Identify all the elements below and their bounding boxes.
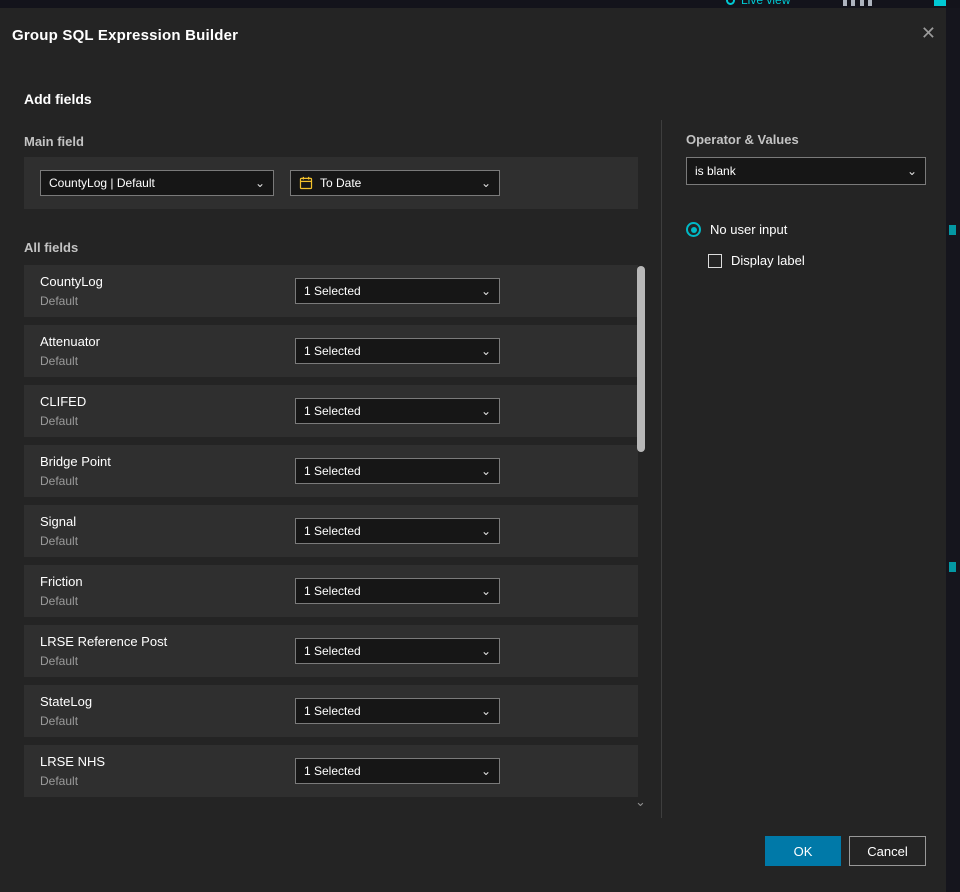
field-subtitle: Default — [40, 714, 79, 728]
chevron-down-icon: ⌄ — [480, 524, 491, 538]
chevron-down-icon: ⌄ — [480, 584, 491, 598]
chevron-down-icon: ⌄ — [480, 704, 491, 718]
list-scrollbar[interactable]: ⌄ — [635, 266, 646, 808]
operator-dropdown[interactable]: is blank ⌄ — [686, 157, 926, 185]
toolbar-icon — [843, 0, 855, 6]
field-name: CountyLog — [40, 274, 103, 289]
backdrop-right-strip — [946, 8, 960, 892]
chevron-down-icon: ⌄ — [480, 644, 491, 658]
chevron-down-icon: ⌄ — [480, 764, 491, 778]
field-name: Signal — [40, 514, 77, 529]
main-field-dropdown[interactable]: CountyLog | Default ⌄ — [40, 170, 274, 196]
field-row-attenuator: Attenuator Default 1 Selected ⌄ — [24, 325, 638, 377]
field-row-friction: Friction Default 1 Selected ⌄ — [24, 565, 638, 617]
all-fields-label: All fields — [24, 240, 79, 255]
field-row-statelog: StateLog Default 1 Selected ⌄ — [24, 685, 638, 737]
field-selected-dropdown[interactable]: 1 Selected ⌄ — [295, 338, 500, 364]
main-field-label: Main field — [24, 134, 84, 149]
chevron-down-icon: ⌄ — [480, 464, 491, 478]
field-row-bridge-point: Bridge Point Default 1 Selected ⌄ — [24, 445, 638, 497]
radio-selected-icon — [686, 222, 701, 237]
group-sql-expression-builder-dialog: Group SQL Expression Builder ✕ Add field… — [0, 8, 946, 892]
field-selected-dropdown[interactable]: 1 Selected ⌄ — [295, 458, 500, 484]
toolbar-icon — [860, 0, 872, 6]
chevron-down-icon: ⌄ — [906, 164, 917, 178]
live-view-icon — [726, 0, 735, 5]
scrollbar-thumb[interactable] — [637, 266, 645, 452]
chevron-down-icon: ⌄ — [480, 344, 491, 358]
all-fields-list: CountyLog Default 1 Selected ⌄ Attenuato… — [24, 265, 638, 805]
date-mode-value: To Date — [320, 176, 362, 190]
add-fields-heading: Add fields — [24, 91, 92, 107]
field-row-countylog: CountyLog Default 1 Selected ⌄ — [24, 265, 638, 317]
field-row-lrse-reference-post: LRSE Reference Post Default 1 Selected ⌄ — [24, 625, 638, 677]
date-mode-dropdown[interactable]: To Date ⌄ — [290, 170, 500, 196]
calendar-icon — [299, 176, 313, 190]
field-subtitle: Default — [40, 414, 79, 428]
chevron-down-icon: ⌄ — [480, 404, 491, 418]
canvas-fragment — [949, 562, 956, 572]
chevron-down-icon: ⌄ — [480, 176, 491, 190]
no-user-input-radio[interactable]: No user input — [686, 222, 787, 237]
field-selected-dropdown[interactable]: 1 Selected ⌄ — [295, 578, 500, 604]
field-name: Bridge Point — [40, 454, 111, 469]
field-subtitle: Default — [40, 594, 79, 608]
canvas-fragment — [949, 225, 956, 235]
field-subtitle: Default — [40, 474, 79, 488]
field-selected-dropdown[interactable]: 1 Selected ⌄ — [295, 398, 500, 424]
live-view-label: Live view — [741, 0, 791, 7]
chevron-down-icon: ⌄ — [254, 176, 265, 190]
field-selected-dropdown[interactable]: 1 Selected ⌄ — [295, 758, 500, 784]
field-selected-dropdown[interactable]: 1 Selected ⌄ — [295, 698, 500, 724]
scroll-down-icon[interactable]: ⌄ — [635, 795, 646, 808]
backdrop-top-strip: Live view — [0, 0, 960, 8]
operator-value: is blank — [695, 164, 736, 178]
close-icon[interactable]: ✕ — [921, 24, 936, 42]
field-selected-dropdown[interactable]: 1 Selected ⌄ — [295, 518, 500, 544]
cancel-button[interactable]: Cancel — [849, 836, 926, 866]
toolbar-icon — [934, 0, 946, 6]
field-selected-dropdown[interactable]: 1 Selected ⌄ — [295, 278, 500, 304]
field-selected-dropdown[interactable]: 1 Selected ⌄ — [295, 638, 500, 664]
field-subtitle: Default — [40, 354, 79, 368]
dialog-title: Group SQL Expression Builder — [12, 27, 239, 44]
checkbox-icon — [708, 253, 722, 268]
field-name: LRSE Reference Post — [40, 634, 168, 649]
field-subtitle: Default — [40, 654, 79, 668]
field-name: Friction — [40, 574, 83, 589]
field-subtitle: Default — [40, 774, 79, 788]
panel-divider — [661, 120, 662, 818]
live-view-indicator: Live view — [726, 0, 790, 7]
ok-button[interactable]: OK — [765, 836, 841, 866]
field-subtitle: Default — [40, 294, 79, 308]
field-row-clifed: CLIFED Default 1 Selected ⌄ — [24, 385, 638, 437]
radio-label: No user input — [710, 222, 788, 237]
chevron-down-icon: ⌄ — [480, 284, 491, 298]
main-field-row: CountyLog | Default ⌄ To Date ⌄ — [24, 157, 638, 209]
operator-values-label: Operator & Values — [686, 132, 799, 147]
field-name: Attenuator — [40, 334, 100, 349]
checkbox-label: Display label — [731, 253, 805, 268]
field-row-signal: Signal Default 1 Selected ⌄ — [24, 505, 638, 557]
field-name: StateLog — [40, 694, 93, 709]
field-name: CLIFED — [40, 394, 87, 409]
main-field-dropdown-value: CountyLog | Default — [49, 176, 155, 190]
field-name: LRSE NHS — [40, 754, 106, 769]
field-subtitle: Default — [40, 534, 79, 548]
display-label-checkbox[interactable]: Display label — [708, 253, 805, 268]
screen: Live view Group SQL Expression Builder ✕… — [0, 0, 960, 892]
field-row-lrse-nhs: LRSE NHS Default 1 Selected ⌄ — [24, 745, 638, 797]
